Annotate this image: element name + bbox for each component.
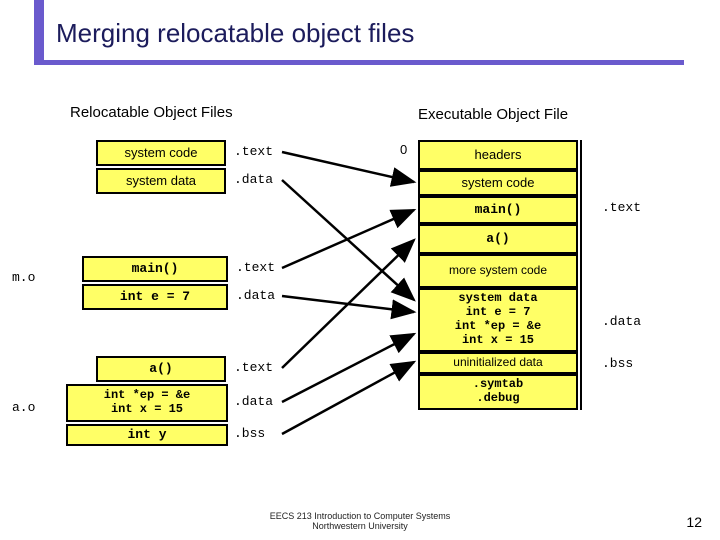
box-r-symdbg: .symtab .debug	[418, 374, 578, 410]
file-label-ao: a.o	[12, 400, 35, 415]
footer: EECS 213 Introduction to Computer System…	[0, 512, 720, 532]
box-int-y: int y	[66, 424, 228, 446]
label-bss-1: .bss	[234, 426, 265, 441]
page-number: 12	[686, 514, 702, 530]
box-r-data-block: system data int e = 7 int *ep = &e int x…	[418, 288, 578, 352]
label-text-3: .text	[234, 360, 273, 375]
left-column-heading: Relocatable Object Files	[70, 104, 233, 121]
box-system-code: system code	[96, 140, 226, 166]
box-system-data: system data	[96, 168, 226, 194]
right-column-heading: Executable Object File	[418, 106, 568, 123]
label-text-1: .text	[234, 144, 273, 159]
box-r-system-code: system code	[418, 170, 578, 196]
slide-title: Merging relocatable object files	[56, 18, 414, 49]
label-data-3: .data	[234, 394, 273, 409]
label-data-1: .data	[234, 172, 273, 187]
zero-label: 0	[400, 142, 407, 157]
label-text-2: .text	[236, 260, 275, 275]
box-r-uninit: uninitialized data	[418, 352, 578, 374]
footer-line-1: EECS 213 Introduction to Computer System…	[270, 511, 451, 521]
label-data-2: .data	[236, 288, 275, 303]
file-label-mo: m.o	[12, 270, 35, 285]
box-int-e: int e = 7	[82, 284, 228, 310]
box-ao-data: int *ep = &e int x = 15	[66, 384, 228, 422]
right-frame-line	[580, 140, 582, 410]
box-headers: headers	[418, 140, 578, 170]
accent-vertical	[34, 0, 44, 64]
box-main: main()	[82, 256, 228, 282]
box-r-more-sys: more system code	[418, 254, 578, 288]
right-label-bss: .bss	[602, 356, 633, 371]
accent-horizontal	[34, 60, 684, 65]
box-r-a: a()	[418, 224, 578, 254]
box-a: a()	[96, 356, 226, 382]
footer-line-2: Northwestern University	[312, 521, 408, 531]
right-label-text: .text	[602, 200, 641, 215]
right-label-data: .data	[602, 314, 641, 329]
box-r-main: main()	[418, 196, 578, 224]
